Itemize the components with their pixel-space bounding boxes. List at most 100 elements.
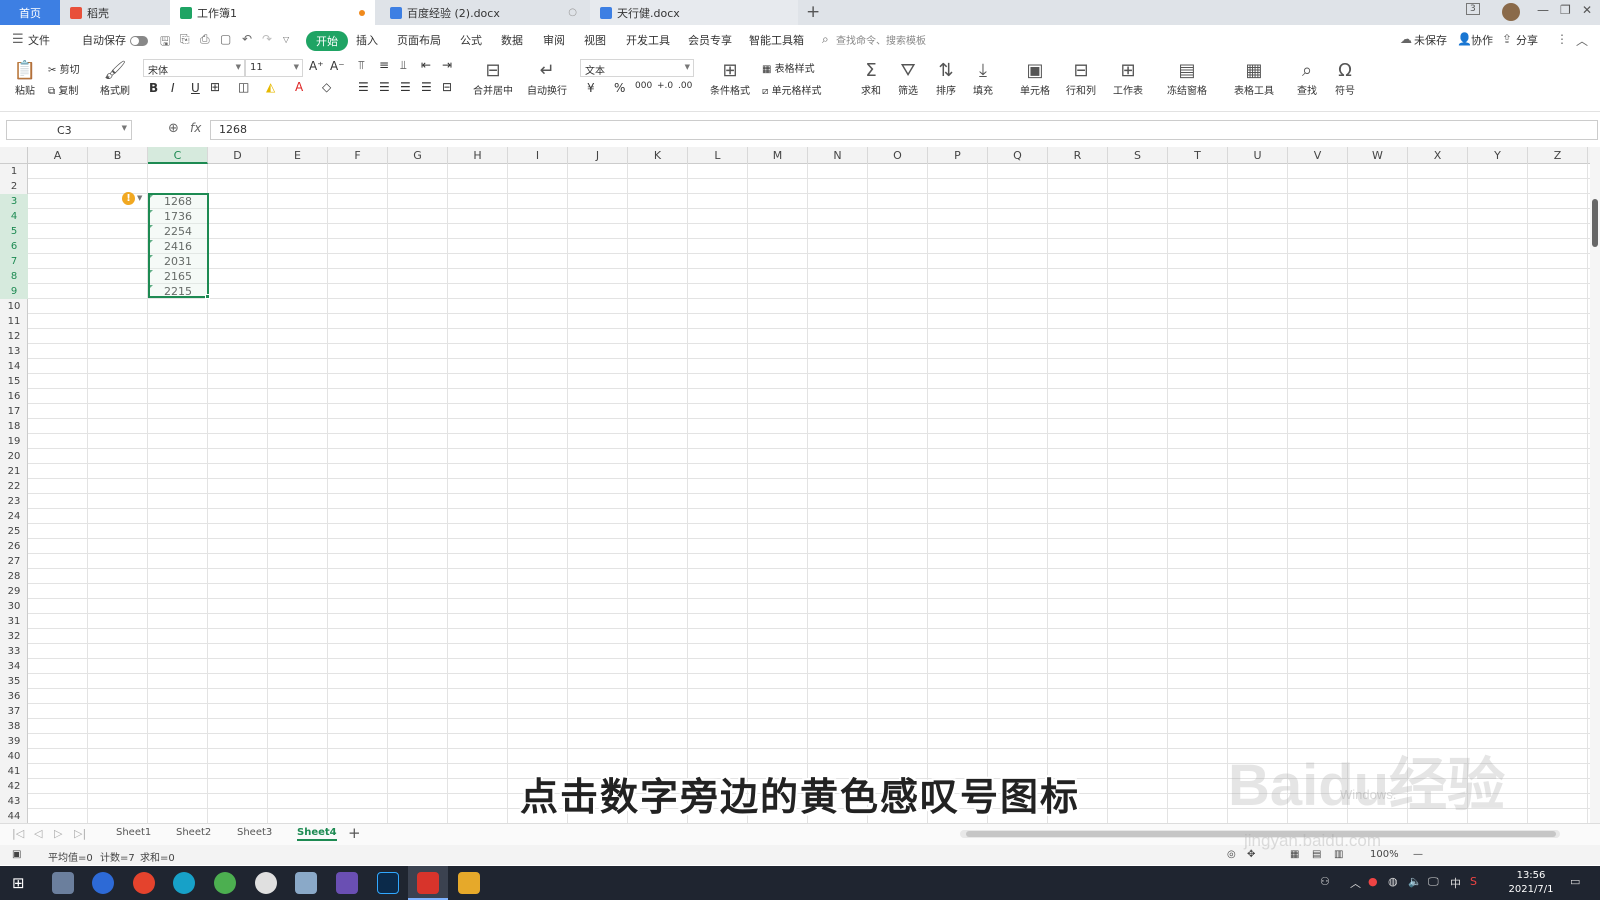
file-explorer-icon[interactable] (458, 872, 480, 894)
row-header[interactable]: 8 (0, 269, 28, 284)
indent-increase-icon[interactable]: ⇥ (442, 58, 452, 72)
autocad-icon[interactable] (255, 872, 277, 894)
merge-center-button[interactable]: ⊟ 合并居中 (467, 60, 519, 97)
justify-icon[interactable]: ☰ (421, 80, 432, 94)
copy-button[interactable]: ⧉ 复制 (48, 82, 78, 97)
undo-icon[interactable]: ↶ (242, 32, 252, 46)
column-header-u[interactable]: U (1228, 147, 1288, 164)
row-header[interactable]: 25 (0, 524, 28, 539)
row-header[interactable]: 9 (0, 284, 28, 299)
column-header-m[interactable]: M (748, 147, 808, 164)
auto-wrap-button[interactable]: ↵ 自动换行 (524, 60, 570, 97)
menu-smart-toolbox[interactable]: 智能工具箱 (749, 32, 804, 48)
sheet-tab-4[interactable]: Sheet4 (297, 827, 337, 841)
record-macro-icon[interactable]: ▣ (12, 849, 21, 860)
close-tab-icon[interactable]: ○ (568, 7, 577, 18)
increase-font-icon[interactable]: A⁺ (309, 59, 324, 73)
print-preview-icon[interactable]: ▢ (220, 32, 231, 46)
volume-icon[interactable]: 🔈 (1408, 875, 1422, 888)
conditional-format-button[interactable]: ⊞ 条件格式 (706, 60, 754, 97)
warning-dropdown-icon[interactable]: ▼ (137, 194, 142, 202)
export-icon[interactable]: ⎘ (180, 32, 190, 47)
row-header[interactable]: 24 (0, 509, 28, 524)
row-header[interactable]: 28 (0, 569, 28, 584)
column-header-n[interactable]: N (808, 147, 868, 164)
row-header[interactable]: 38 (0, 719, 28, 734)
column-header-y[interactable]: Y (1468, 147, 1528, 164)
column-header-w[interactable]: W (1348, 147, 1408, 164)
align-center-icon[interactable]: ☰ (379, 80, 390, 94)
sheet-tab-2[interactable]: Sheet2 (176, 827, 211, 838)
chrome-icon[interactable] (133, 872, 155, 894)
column-header-k[interactable]: K (628, 147, 688, 164)
rows-cols-button[interactable]: ⊟ 行和列 (1062, 60, 1100, 97)
menu-formula[interactable]: 公式 (460, 32, 482, 48)
symbol-button[interactable]: Ω 符号 (1330, 60, 1360, 97)
more-icon[interactable]: ⋮ (1556, 32, 1568, 46)
command-search[interactable]: 查找命令、搜索模板 (836, 32, 926, 47)
freeze-panes-button[interactable]: ▤ 冻结窗格 (1162, 60, 1212, 97)
window-count-badge[interactable]: 3 (1466, 3, 1480, 15)
sogou-ime-icon[interactable]: S (1470, 875, 1477, 888)
add-sheet-button[interactable]: + (348, 824, 361, 842)
vertical-scroll-thumb[interactable] (1592, 199, 1598, 247)
row-header[interactable]: 7 (0, 254, 28, 269)
table-tools-button[interactable]: ▦ 表格工具 (1229, 60, 1279, 97)
row-header[interactable]: 39 (0, 734, 28, 749)
collab-button[interactable]: 协作 (1471, 32, 1493, 48)
column-header-g[interactable]: G (388, 147, 448, 164)
align-top-icon[interactable]: ⫪ (358, 58, 365, 73)
feather-app-icon[interactable] (92, 872, 114, 894)
currency-icon[interactable]: ¥ (587, 81, 595, 95)
notes-app-icon[interactable] (295, 872, 317, 894)
file-app-icon[interactable] (52, 872, 74, 894)
prev-sheet-icon[interactable]: ◁ (34, 827, 42, 840)
vertical-scrollbar[interactable] (1590, 147, 1600, 823)
format-painter-button[interactable]: 🖌 格式刷 (98, 60, 132, 97)
column-header-i[interactable]: I (508, 147, 568, 164)
align-middle-icon[interactable]: ≡ (379, 58, 389, 72)
worksheet-button[interactable]: ⊞ 工作表 (1109, 60, 1147, 97)
row-header[interactable]: 6 (0, 239, 28, 254)
row-header[interactable]: 20 (0, 449, 28, 464)
ime-indicator[interactable]: 中 (1450, 875, 1461, 891)
column-header-l[interactable]: L (688, 147, 748, 164)
share-button[interactable]: 分享 (1516, 32, 1538, 48)
column-header-s[interactable]: S (1108, 147, 1168, 164)
tab-daoke[interactable]: 稻壳 (60, 0, 168, 25)
row-header[interactable]: 3 (0, 194, 28, 209)
row-header[interactable]: 4 (0, 209, 28, 224)
cell-area[interactable]: 1268 1736 2254 2416 2031 2165 2215 (28, 164, 1590, 823)
row-header[interactable]: 36 (0, 689, 28, 704)
column-header-h[interactable]: H (448, 147, 508, 164)
fx-icon[interactable]: fx (190, 121, 201, 135)
menu-review[interactable]: 审阅 (543, 32, 565, 48)
menu-member[interactable]: 会员专享 (688, 32, 732, 48)
fill-button[interactable]: ⤓ 填充 (968, 60, 998, 97)
row-header[interactable]: 40 (0, 749, 28, 764)
border-icon[interactable]: ⊞ (210, 80, 220, 94)
row-header[interactable]: 18 (0, 419, 28, 434)
minimize-icon[interactable]: — (1537, 3, 1549, 17)
tab-home[interactable]: 首页 (0, 0, 60, 25)
cell-style-button[interactable]: ⧄ 单元格样式 (762, 82, 822, 97)
filter-button[interactable]: ⛛ 筛选 (893, 60, 923, 97)
column-header-e[interactable]: E (268, 147, 328, 164)
column-header-p[interactable]: P (928, 147, 988, 164)
fill-color-icon[interactable]: ◭ (266, 80, 275, 94)
menu-developer[interactable]: 开发工具 (626, 32, 670, 48)
row-header[interactable]: 23 (0, 494, 28, 509)
avatar[interactable] (1502, 3, 1520, 21)
row-header[interactable]: 2 (0, 179, 28, 194)
column-header-a[interactable]: A (28, 147, 88, 164)
row-header[interactable]: 15 (0, 374, 28, 389)
row-header[interactable]: 17 (0, 404, 28, 419)
menu-insert[interactable]: 插入 (356, 32, 378, 48)
tab-workbook1[interactable]: 工作簿1 (170, 0, 375, 25)
formula-input[interactable]: 1268 (210, 120, 1598, 140)
people-icon[interactable]: ⚇ (1320, 875, 1330, 888)
new-tab-button[interactable]: + (806, 2, 820, 22)
close-window-icon[interactable]: ✕ (1582, 3, 1592, 17)
eye-protect-icon[interactable]: ◎ (1227, 849, 1236, 860)
row-header[interactable]: 21 (0, 464, 28, 479)
